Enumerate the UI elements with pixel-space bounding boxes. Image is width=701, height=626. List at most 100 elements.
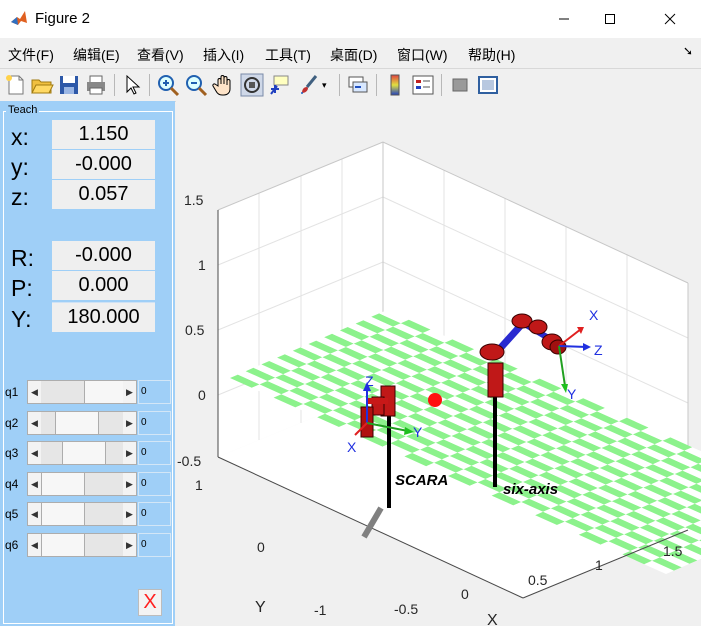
q5-slider[interactable]: ◀ ▶ <box>27 502 137 526</box>
slider-right-arrow-icon[interactable]: ▶ <box>123 473 136 495</box>
window-title: Figure 2 <box>35 10 91 27</box>
q3-label: q3 <box>5 446 19 460</box>
target-point <box>428 393 442 407</box>
yaw-value: 180.000 <box>52 302 155 332</box>
data-cursor-icon[interactable] <box>268 73 292 97</box>
frame-x-label: X <box>347 439 357 455</box>
legend-icon[interactable] <box>411 73 435 97</box>
slider-right-arrow-icon[interactable]: ▶ <box>123 381 136 403</box>
x-tick-label: 1 <box>595 557 603 573</box>
yaw-label: Y: <box>11 306 32 332</box>
dock-arrow-icon[interactable]: ➘ <box>683 44 693 58</box>
zoom-out-icon[interactable] <box>184 73 208 97</box>
menu-help[interactable]: 帮助(H) <box>468 45 515 65</box>
z-label: z: <box>11 184 29 210</box>
toolbar-separator <box>114 74 115 96</box>
maximize-button[interactable] <box>587 0 633 38</box>
slider-left-arrow-icon[interactable]: ◀ <box>28 473 41 495</box>
y-tick-label: 1 <box>195 477 203 493</box>
link-plot-icon[interactable] <box>346 73 370 97</box>
teach-panel: Teach x: 1.150 y: -0.000 z: 0.057 R: -0.… <box>0 101 175 626</box>
frame-z-label: Z <box>594 342 603 358</box>
toolbar: ▾ <box>0 68 701 102</box>
slider-right-arrow-icon[interactable]: ▶ <box>123 534 136 556</box>
z-value: 0.057 <box>52 180 155 209</box>
slider-right-arrow-icon[interactable]: ▶ <box>123 442 136 464</box>
menu-file[interactable]: 文件(F) <box>8 45 54 65</box>
z-tick-label: 1.5 <box>184 192 204 208</box>
teach-title: Teach <box>6 104 40 116</box>
brush-dropdown-icon[interactable]: ▾ <box>322 73 332 97</box>
x-label: x: <box>11 124 29 150</box>
x-axis-label: X <box>487 612 498 626</box>
hide-plot-tools-icon[interactable] <box>448 73 472 97</box>
q2-value[interactable]: 0 <box>138 411 171 435</box>
colorbar-icon[interactable] <box>383 73 407 97</box>
slider-thumb[interactable] <box>55 412 99 434</box>
slider-left-arrow-icon[interactable]: ◀ <box>28 381 41 403</box>
plot-axes[interactable]: 1.5 1 0.5 0 -0.5 1 0 -1 -0.5 0 0.5 1 1.5… <box>176 101 701 626</box>
q6-label: q6 <box>5 538 19 552</box>
scara-label: SCARA <box>395 472 448 489</box>
q4-value[interactable]: 0 <box>138 472 171 496</box>
brush-icon[interactable] <box>296 73 320 97</box>
slider-thumb[interactable] <box>62 442 106 464</box>
slider-thumb[interactable] <box>84 381 128 403</box>
slider-left-arrow-icon[interactable]: ◀ <box>28 534 41 556</box>
q5-label: q5 <box>5 507 19 521</box>
menu-desktop[interactable]: 桌面(D) <box>330 45 377 65</box>
slider-thumb[interactable] <box>41 473 85 495</box>
pan-hand-icon[interactable] <box>212 73 236 97</box>
select-arrow-icon[interactable] <box>120 73 144 97</box>
q6-slider[interactable]: ◀ ▶ <box>27 533 137 557</box>
x-tick-label: 0 <box>461 586 469 602</box>
q2-label: q2 <box>5 416 19 430</box>
menu-edit[interactable]: 编辑(E) <box>73 45 120 65</box>
rotate-3d-icon[interactable] <box>240 73 264 97</box>
slider-right-arrow-icon[interactable]: ▶ <box>123 503 136 525</box>
matlab-icon <box>11 11 27 25</box>
six-axis-label: six-axis <box>503 481 558 498</box>
slider-left-arrow-icon[interactable]: ◀ <box>28 503 41 525</box>
frame-x-label: X <box>589 307 599 323</box>
z-tick-label: 0 <box>198 387 206 403</box>
x-value: 1.150 <box>52 120 155 149</box>
slider-left-arrow-icon[interactable]: ◀ <box>28 412 41 434</box>
q4-slider[interactable]: ◀ ▶ <box>27 472 137 496</box>
toolbar-separator <box>376 74 377 96</box>
slider-thumb[interactable] <box>41 534 85 556</box>
toolbar-separator <box>339 74 340 96</box>
y-label: y: <box>11 154 29 180</box>
minimize-button[interactable] <box>541 0 587 38</box>
save-icon[interactable] <box>57 73 81 97</box>
new-figure-icon[interactable] <box>4 73 28 97</box>
close-window-button[interactable] <box>647 0 693 38</box>
teach-close-button[interactable]: X <box>138 589 162 616</box>
y-value: -0.000 <box>52 150 155 179</box>
menu-view[interactable]: 查看(V) <box>137 45 184 65</box>
q6-value[interactable]: 0 <box>138 533 171 557</box>
q1-value[interactable]: 0 <box>138 380 171 404</box>
roll-value: -0.000 <box>52 241 155 270</box>
menu-insert[interactable]: 插入(I) <box>203 45 244 65</box>
slider-right-arrow-icon[interactable]: ▶ <box>123 412 136 434</box>
maximize-icon <box>605 14 615 24</box>
q1-label: q1 <box>5 385 19 399</box>
menu-window[interactable]: 窗口(W) <box>397 45 448 65</box>
q3-slider[interactable]: ◀ ▶ <box>27 441 137 465</box>
menu-tools[interactable]: 工具(T) <box>265 45 311 65</box>
zoom-in-icon[interactable] <box>156 73 180 97</box>
z-tick-label: 1 <box>198 257 206 273</box>
q3-value[interactable]: 0 <box>138 441 171 465</box>
slider-left-arrow-icon[interactable]: ◀ <box>28 442 41 464</box>
open-file-icon[interactable] <box>30 73 54 97</box>
toolbar-separator <box>149 74 150 96</box>
slider-thumb[interactable] <box>41 503 85 525</box>
q1-slider[interactable]: ◀ ▶ <box>27 380 137 404</box>
print-icon[interactable] <box>84 73 108 97</box>
q2-slider[interactable]: ◀ ▶ <box>27 411 137 435</box>
toolbar-separator <box>441 74 442 96</box>
q5-value[interactable]: 0 <box>138 502 171 526</box>
show-plot-tools-icon[interactable] <box>476 73 500 97</box>
z-tick-label: -0.5 <box>177 453 201 469</box>
